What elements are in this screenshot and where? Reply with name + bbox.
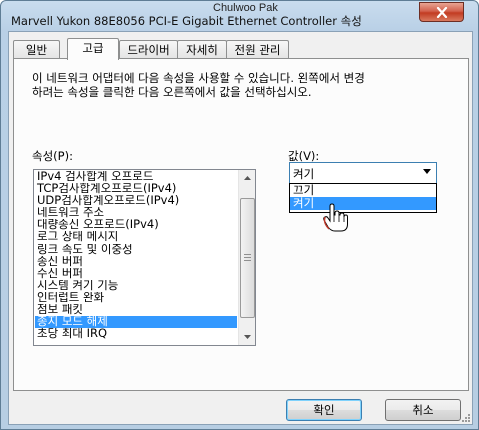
- ok-button[interactable]: 확인: [286, 399, 362, 421]
- arrow-up-icon: [243, 176, 251, 180]
- tab-power-management[interactable]: 전원 관리: [226, 40, 289, 59]
- list-item[interactable]: 수신 버퍼: [35, 268, 237, 280]
- advanced-tab-panel: 이 네트워크 어댑터에 다음 속성을 사용할 수 있습니다. 왼쪽에서 변경 하…: [13, 58, 469, 391]
- dropdown-option-on[interactable]: 켜기: [290, 197, 436, 210]
- value-combobox[interactable]: 켜기: [289, 162, 437, 184]
- list-item-selected[interactable]: 종지 모드 해제: [35, 316, 237, 329]
- list-item[interactable]: 인터럽트 완화: [35, 292, 237, 304]
- tab-advanced[interactable]: 고급: [67, 38, 119, 60]
- list-item[interactable]: IPv4 검사합계 오프로드: [35, 171, 237, 183]
- value-dropdown-list: 끄기 켜기: [289, 183, 437, 213]
- combo-selected-value: 켜기: [293, 167, 315, 181]
- window-title: Marvell Yukon 88E8056 PCI-E Gigabit Ethe…: [11, 14, 362, 28]
- close-icon: [436, 6, 447, 18]
- list-item[interactable]: 초당 최대 IRQ: [35, 328, 237, 340]
- property-list: IPv4 검사합계 오프로드 TCP검사합계오프로드(IPv4) UDP검사합계…: [35, 171, 237, 340]
- property-listbox[interactable]: IPv4 검사합계 오프로드 TCP검사합계오프로드(IPv4) UDP검사합계…: [33, 169, 256, 346]
- arrow-down-icon: [243, 335, 251, 339]
- title-bar[interactable]: Marvell Yukon 88E8056 PCI-E Gigabit Ethe…: [1, 1, 478, 31]
- watermark-text: Chulwoo Pak: [213, 2, 278, 14]
- list-item[interactable]: 로그 상태 메시지: [35, 231, 237, 243]
- list-item[interactable]: 대량송신 오프로드(IPv4): [35, 219, 237, 231]
- description-text: 이 네트워크 어댑터에 다음 속성을 사용할 수 있습니다. 왼쪽에서 변경 하…: [32, 71, 365, 99]
- property-label: 속성(P):: [32, 149, 73, 163]
- scroll-thumb[interactable]: [240, 198, 255, 318]
- close-button[interactable]: [419, 2, 464, 22]
- tab-driver[interactable]: 드라이버: [119, 40, 178, 59]
- tab-details[interactable]: 자세히: [177, 40, 227, 59]
- tab-general[interactable]: 일반: [13, 40, 60, 59]
- properties-dialog: Marvell Yukon 88E8056 PCI-E Gigabit Ethe…: [0, 0, 479, 430]
- chevron-down-icon: [423, 169, 431, 174]
- list-item[interactable]: 시스템 켜기 기능: [35, 280, 237, 292]
- resize-grip-icon[interactable]: [461, 413, 471, 423]
- list-item[interactable]: TCP검사합계오프로드(IPv4): [35, 183, 237, 195]
- cancel-button[interactable]: 취소: [385, 399, 461, 421]
- list-item[interactable]: 네트워크 주소: [35, 207, 237, 219]
- scroll-up-button[interactable]: [239, 170, 255, 186]
- list-item[interactable]: UDP검사합계오프로드(IPv4): [35, 195, 237, 207]
- hand-pointer-icon: [323, 203, 348, 232]
- scroll-down-button[interactable]: [239, 329, 255, 345]
- thumb-grip-line: [244, 254, 251, 255]
- thumb-grip-line: [244, 260, 251, 261]
- list-item[interactable]: 점보 패킷: [35, 304, 237, 316]
- list-item[interactable]: 송신 버퍼: [35, 256, 237, 268]
- list-item[interactable]: 링크 속도 및 이중성: [35, 244, 237, 256]
- dialog-client-area: 일반 고급 드라이버 자세히 전원 관리 이 네트워크 어댑터에 다음 속성을 …: [8, 31, 473, 425]
- thumb-grip-line: [244, 257, 251, 258]
- vertical-scrollbar[interactable]: [238, 170, 255, 345]
